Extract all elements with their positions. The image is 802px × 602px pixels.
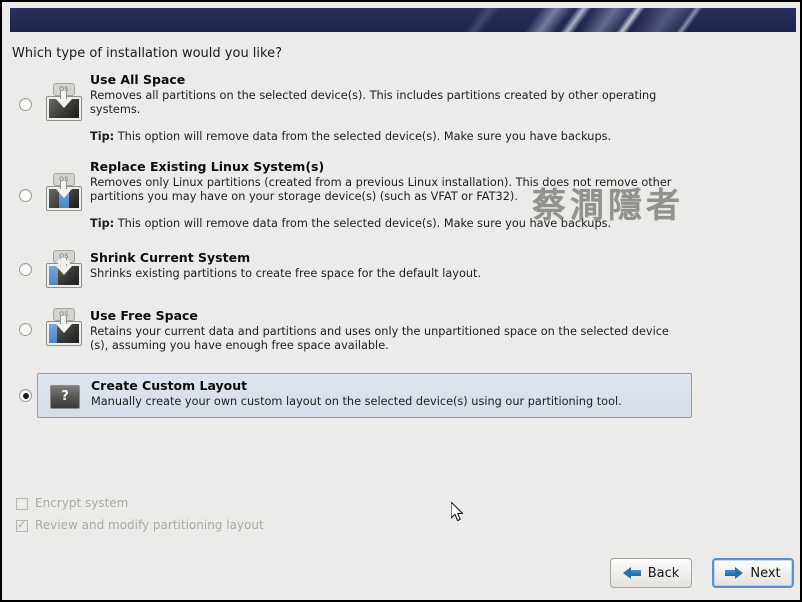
next-button-label: Next [750,565,781,581]
option-tip: Tip: This option will remove data from t… [90,217,686,231]
option-row-replace-existing-linux[interactable]: OS Replace Existing Linux System(s) Remo… [12,159,692,239]
option-title: Shrink Current System [90,250,251,265]
disk-os-replace-linux-icon: OS [46,173,82,211]
disk-os-free-space-icon: OS [46,308,82,346]
arrow-left-icon [622,566,641,580]
next-button[interactable]: Next [712,558,794,588]
banner-streak [427,8,523,32]
checkbox-review-modify-partitioning[interactable] [16,518,28,532]
option-row-use-all-space[interactable]: OS Use All Space Removes all partitions … [12,72,692,150]
option-row-create-custom-layout[interactable]: ? Create Custom Layout Manually create y… [12,373,692,418]
disk-question-mark-icon: ? [47,376,83,414]
banner-streak [541,8,652,32]
radio-use-free-space[interactable] [19,323,32,336]
arrow-left-tail [63,260,70,264]
installer-window: Which type of installation would you lik… [0,0,802,602]
radio-use-all-space[interactable] [19,98,32,111]
arrow-left-icon [56,257,63,267]
checkbox-label-encrypt-system: Encrypt system [35,496,129,510]
back-button-label: Back [647,565,680,581]
option-body-create-custom-layout[interactable]: ? Create Custom Layout Manually create y… [37,373,692,418]
back-button[interactable]: Back [610,558,692,588]
option-tip-text: This option will remove data from the se… [114,130,612,143]
mouse-pointer-icon [451,502,464,522]
page-title: Which type of installation would you lik… [12,46,282,61]
arrow-right-icon [725,566,744,580]
option-description: Removes only Linux partitions (created f… [90,176,672,203]
option-row-shrink-current-system[interactable]: OS Shrink Current System Shrinks existin… [12,250,692,298]
banner-streak [523,8,616,32]
option-body-shrink-current-system[interactable]: OS Shrink Current System Shrinks existin… [37,250,692,298]
disk-os-arrow-down-icon: OS [46,83,82,121]
option-row-use-free-space[interactable]: OS Use Free Space Retains your current d… [12,308,692,370]
option-description: Removes all partitions on the selected d… [90,89,657,116]
header-banner [10,8,796,32]
checkbox-label-review-modify-partitioning: Review and modify partitioning layout [35,518,264,532]
option-tip: Tip: This option will remove data from t… [90,130,686,144]
option-body-use-free-space[interactable]: OS Use Free Space Retains your current d… [37,308,692,370]
radio-replace-existing-linux[interactable] [19,189,32,202]
option-title: Use All Space [90,72,186,87]
banner-streak [595,8,711,32]
option-tip-label: Tip: [90,130,115,143]
option-tip-text: This option will remove data from the se… [114,217,612,230]
disk-os-shrink-icon: OS [46,250,82,288]
banner-streak [487,8,592,32]
option-title: Use Free Space [90,308,198,323]
option-body-replace-existing-linux[interactable]: OS Replace Existing Linux System(s) Remo… [37,159,692,239]
banner-streak [579,8,671,32]
option-tip-label: Tip: [90,217,115,230]
option-description: Retains your current data and partitions… [90,325,669,352]
banner-streak [639,8,729,32]
question-mark-glyph: ? [50,385,80,409]
radio-create-custom-layout[interactable] [19,389,32,402]
checkbox-encrypt-system[interactable] [16,498,28,510]
option-body-use-all-space[interactable]: OS Use All Space Removes all partitions … [37,72,692,150]
option-title: Create Custom Layout [91,378,248,393]
option-description: Manually create your own custom layout o… [91,395,622,408]
option-title: Replace Existing Linux System(s) [90,159,325,174]
radio-shrink-current-system[interactable] [19,263,32,276]
option-description: Shrinks existing partitions to create fr… [90,267,482,280]
